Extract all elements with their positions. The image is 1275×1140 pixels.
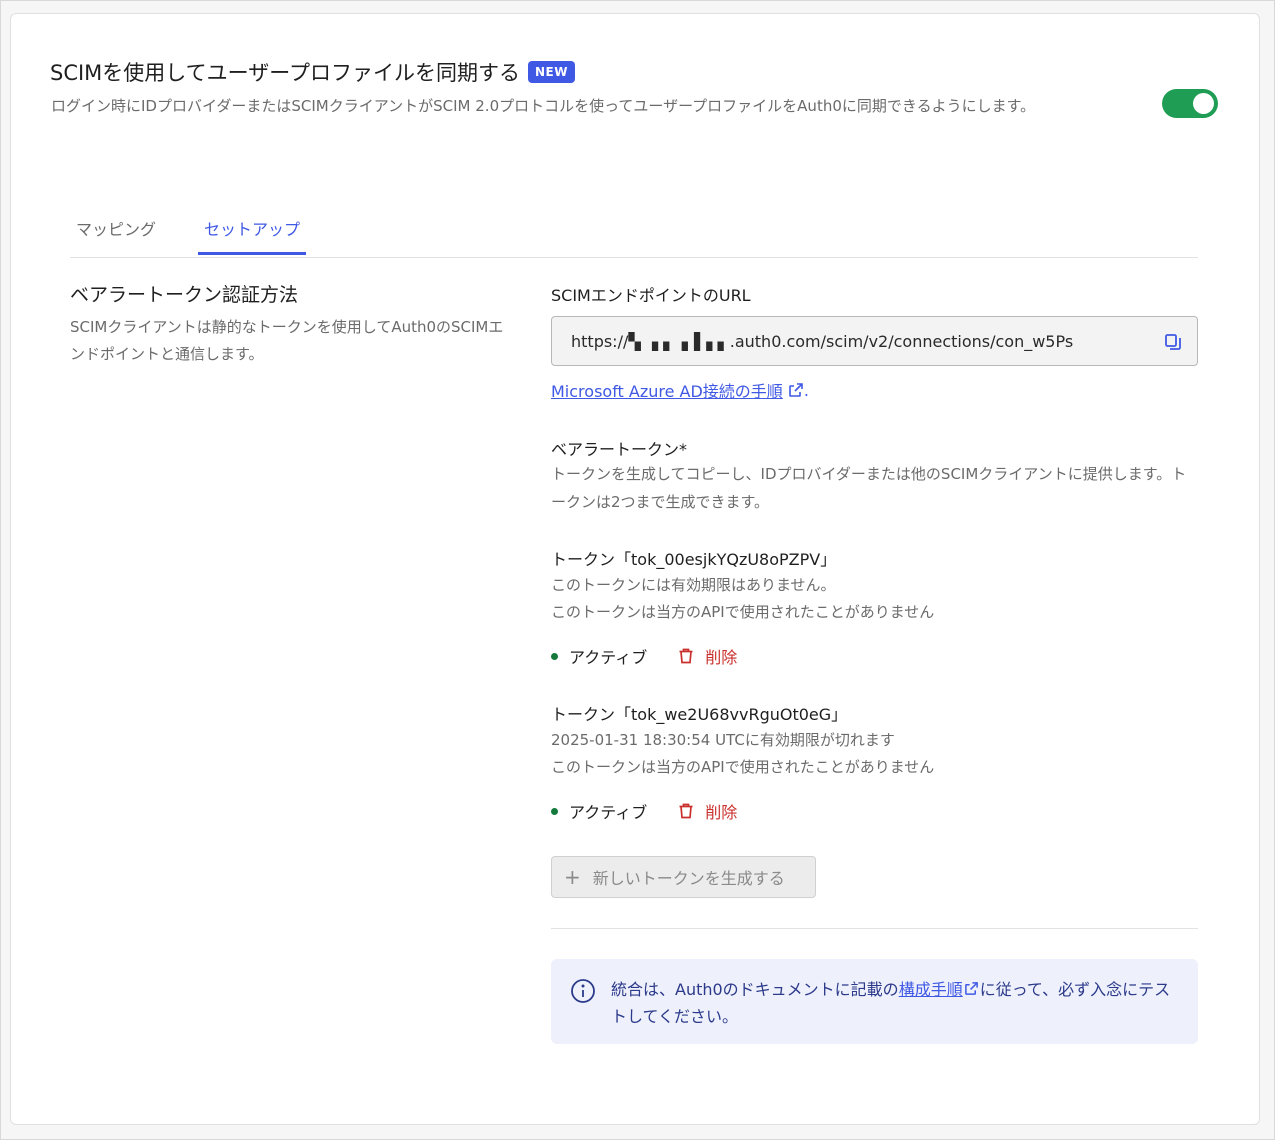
toggle-knob [1193,93,1214,114]
azure-link-row: Microsoft Azure AD接続の手順 . [551,378,809,402]
delete-token-label: 削除 [705,803,738,822]
token-title: トークン「tok_00esjkYQzU8oPZPV」 [551,550,837,569]
copy-icon[interactable] [1163,332,1183,352]
section-title: ベアラートークン認証方法 [70,284,299,306]
status-dot-icon [551,807,558,815]
trash-icon [679,648,693,664]
endpoint-url-field[interactable]: https://▚ ▗ ▖▗▐▗ ▖.auth0.com/scim/v2/con… [551,316,1198,366]
token-item: トークン「tok_we2U68vvRguOt0eG」 2025-01-31 18… [551,703,1201,823]
page-description: ログイン時にIDプロバイダーまたはSCIMクライアントがSCIM 2.0プロトコ… [51,97,1036,115]
generate-token-button[interactable]: + 新しいトークンを生成する [551,856,816,898]
header-title-row: SCIMを使用してユーザープロファイルを同期する NEW [50,57,575,87]
info-banner: 統合は、Auth0のドキュメントに記載の構成手順 に従って、必ず入念にテストしてく… [551,959,1198,1044]
bearer-token-description: トークンを生成してコピーし、IDプロバイダーまたは他のSCIMクライアントに提供… [551,465,1187,511]
token-usage: このトークンは当方のAPIで使用されたことがありません [551,603,935,621]
external-link-icon [789,383,803,397]
token-status: アクティブ [569,648,648,667]
azure-link-period: . [803,380,809,400]
delete-token-button[interactable]: 削除 [677,799,737,823]
endpoint-url-value: https://▚ ▗ ▖▗▐▗ ▖.auth0.com/scim/v2/con… [571,331,1074,351]
trash-icon [679,803,693,819]
info-text-prefix: 統合は、Auth0のドキュメントに記載の [611,980,899,999]
token-item: トークン「tok_00esjkYQzU8oPZPV」 このトークンには有効期限は… [551,548,1201,668]
external-link-icon [964,982,978,995]
new-badge: NEW [528,61,575,83]
plus-icon: + [564,865,581,889]
token-actions: アクティブ 削除 [551,799,1201,823]
delete-token-label: 削除 [705,648,738,667]
token-expiry: 2025-01-31 18:30:54 UTCに有効期限が切れます [551,731,895,749]
endpoint-url-label: SCIMエンドポイントのURL [551,286,751,305]
scim-sync-toggle[interactable] [1162,89,1218,118]
token-usage: このトークンは当方のAPIで使用されたことがありません [551,758,935,776]
section-description: SCIMクライアントは静的なトークンを使用してAuth0のSCIMエンドポイント… [70,318,504,363]
token-title: トークン「tok_we2U68vvRguOt0eG」 [551,705,848,724]
tab-bar: マッピング セットアップ [70,200,1198,258]
delete-token-button[interactable]: 削除 [677,644,737,668]
bearer-token-label: ベアラートークン* [551,440,688,459]
status-dot-icon [551,652,558,660]
azure-instructions-link[interactable]: Microsoft Azure AD接続の手順 [551,378,783,402]
info-icon [571,979,595,1003]
token-status: アクティブ [569,803,648,822]
generate-token-label: 新しいトークンを生成する [592,869,785,888]
tab-setup[interactable]: セットアップ [198,216,307,255]
page-title: SCIMを使用してユーザープロファイルを同期する [50,61,520,85]
section-divider [551,928,1198,929]
token-actions: アクティブ 削除 [551,644,1201,668]
token-expiry: このトークンには有効期限はありません。 [551,576,836,594]
setup-guide-link[interactable]: 構成手順 [899,980,963,999]
tab-mapping[interactable]: マッピング [70,216,162,252]
